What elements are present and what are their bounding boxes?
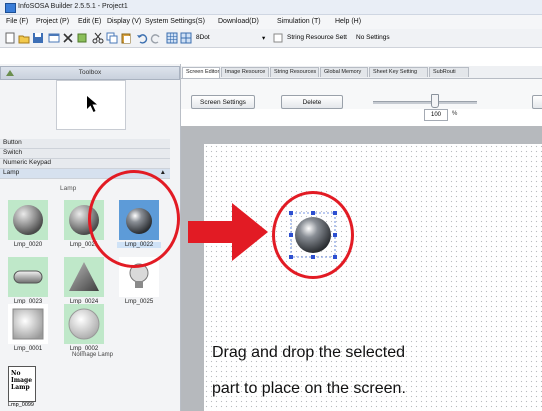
right-toolbar-button[interactable] bbox=[532, 95, 542, 109]
menu-edit[interactable]: Edit (E) bbox=[78, 18, 101, 25]
round-lamp-light-icon bbox=[68, 308, 100, 340]
instruction-caption-line1: Drag and drop the selected bbox=[212, 344, 406, 361]
grid-size-dropdown-arrow[interactable]: ▾ bbox=[262, 34, 265, 42]
round-lamp-icon bbox=[13, 205, 43, 235]
zoom-slider-thumb[interactable] bbox=[431, 94, 439, 108]
grid-icon[interactable] bbox=[166, 32, 178, 44]
string-resource-value[interactable]: No Settings bbox=[356, 34, 390, 41]
app-icon bbox=[5, 3, 16, 13]
part-label: Lmp_0025 bbox=[124, 299, 154, 305]
noimage-group-label: NoImage Lamp bbox=[72, 352, 114, 358]
delete-button[interactable]: Delete bbox=[281, 95, 343, 109]
category-numeric-keypad[interactable]: Numeric Keypad bbox=[0, 159, 170, 169]
category-lamp-label: Lamp bbox=[3, 169, 20, 176]
category-button[interactable]: Button bbox=[0, 139, 170, 149]
redo-icon[interactable] bbox=[150, 32, 162, 44]
instruction-caption-line2: part to place on the screen. bbox=[212, 380, 406, 397]
menu-project[interactable]: Project (P) bbox=[36, 18, 69, 25]
checkbox-icon[interactable] bbox=[272, 32, 284, 44]
part-lmp-0099[interactable]: No Image Lamp Lmp_0099 bbox=[6, 364, 36, 411]
screen-canvas[interactable] bbox=[204, 144, 542, 411]
editor-tabs: Screen Editor Image Resource String Reso… bbox=[181, 66, 542, 79]
menu-system-settings[interactable]: System Settings(S) bbox=[145, 18, 205, 25]
tab-string-resources[interactable]: String Resources bbox=[270, 67, 319, 77]
toolbox-title: Toolbox bbox=[78, 69, 102, 76]
tab-screen-editor[interactable]: Screen Editor bbox=[182, 67, 220, 78]
arrow-cursor-icon bbox=[87, 96, 97, 112]
window-icon[interactable] bbox=[48, 32, 60, 44]
delete-x-icon[interactable] bbox=[62, 32, 74, 44]
snap-grid-icon[interactable] bbox=[180, 32, 192, 44]
part-label: Lmp_0001 bbox=[13, 346, 43, 352]
highlight-circle-source bbox=[88, 170, 180, 268]
menu-simulation[interactable]: Simulation (T) bbox=[277, 18, 321, 25]
noimage-thumb-text: No Image Lamp bbox=[11, 370, 33, 391]
menu-file[interactable]: File (F) bbox=[6, 18, 28, 25]
category-switch[interactable]: Switch bbox=[0, 149, 170, 159]
zoom-value[interactable]: 100 bbox=[424, 109, 448, 121]
square-lamp-icon bbox=[12, 308, 44, 340]
tab-image-resource[interactable]: Image Resource bbox=[221, 67, 269, 77]
cut-icon[interactable] bbox=[92, 32, 104, 44]
window-title: InfoSOSA Builder 2.5.5.1 - Project1 bbox=[18, 3, 128, 10]
tab-subroutine[interactable]: SubRouti bbox=[429, 67, 469, 77]
part-label: Lmp_0099 bbox=[8, 402, 34, 408]
menu-download[interactable]: Download(D) bbox=[218, 18, 259, 25]
tab-global-memory[interactable]: Global Memory bbox=[320, 67, 368, 77]
zoom-slider-track[interactable] bbox=[373, 101, 477, 104]
part-lmp-0001[interactable]: Lmp_0001 bbox=[6, 302, 50, 360]
open-folder-icon[interactable] bbox=[18, 32, 30, 44]
copy-icon[interactable] bbox=[106, 32, 118, 44]
menu-bar: File (F) Project (P) Edit (E) Display (V… bbox=[0, 15, 542, 29]
save-icon[interactable] bbox=[32, 32, 44, 44]
main-toolbar: 8Dot ▾ String Resource Sett No Settings bbox=[0, 29, 542, 48]
drag-arrow-icon bbox=[188, 203, 268, 261]
undo-icon[interactable] bbox=[136, 32, 148, 44]
window-titlebar: InfoSOSA Builder 2.5.5.1 - Project1 bbox=[0, 0, 542, 15]
menu-display[interactable]: Display (V) bbox=[107, 18, 141, 25]
highlight-circle-target bbox=[272, 191, 354, 279]
tab-sheet-key-setting[interactable]: Sheet Key Setting bbox=[369, 67, 428, 77]
menu-help[interactable]: Help (H) bbox=[335, 18, 361, 25]
paste-icon[interactable] bbox=[120, 32, 132, 44]
grid-size-value[interactable]: 8Dot bbox=[196, 34, 210, 41]
triangle-lamp-icon bbox=[69, 262, 99, 291]
collapse-arrow-icon[interactable]: ▲ bbox=[160, 169, 166, 176]
part-lmp-0020[interactable]: Lmp_0020 bbox=[6, 198, 50, 256]
part-label: Lmp_0020 bbox=[13, 242, 43, 248]
properties-icon[interactable] bbox=[76, 32, 88, 44]
lamp-group-label: Lamp bbox=[60, 185, 77, 192]
zoom-unit: % bbox=[452, 111, 458, 117]
pointer-tool[interactable] bbox=[56, 80, 126, 130]
oval-lamp-icon bbox=[13, 270, 43, 284]
screen-settings-button[interactable]: Screen Settings bbox=[191, 95, 255, 109]
string-resource-label: String Resource Sett bbox=[287, 34, 347, 41]
toolbox-header: Toolbox bbox=[0, 66, 180, 80]
new-file-icon[interactable] bbox=[4, 32, 16, 44]
